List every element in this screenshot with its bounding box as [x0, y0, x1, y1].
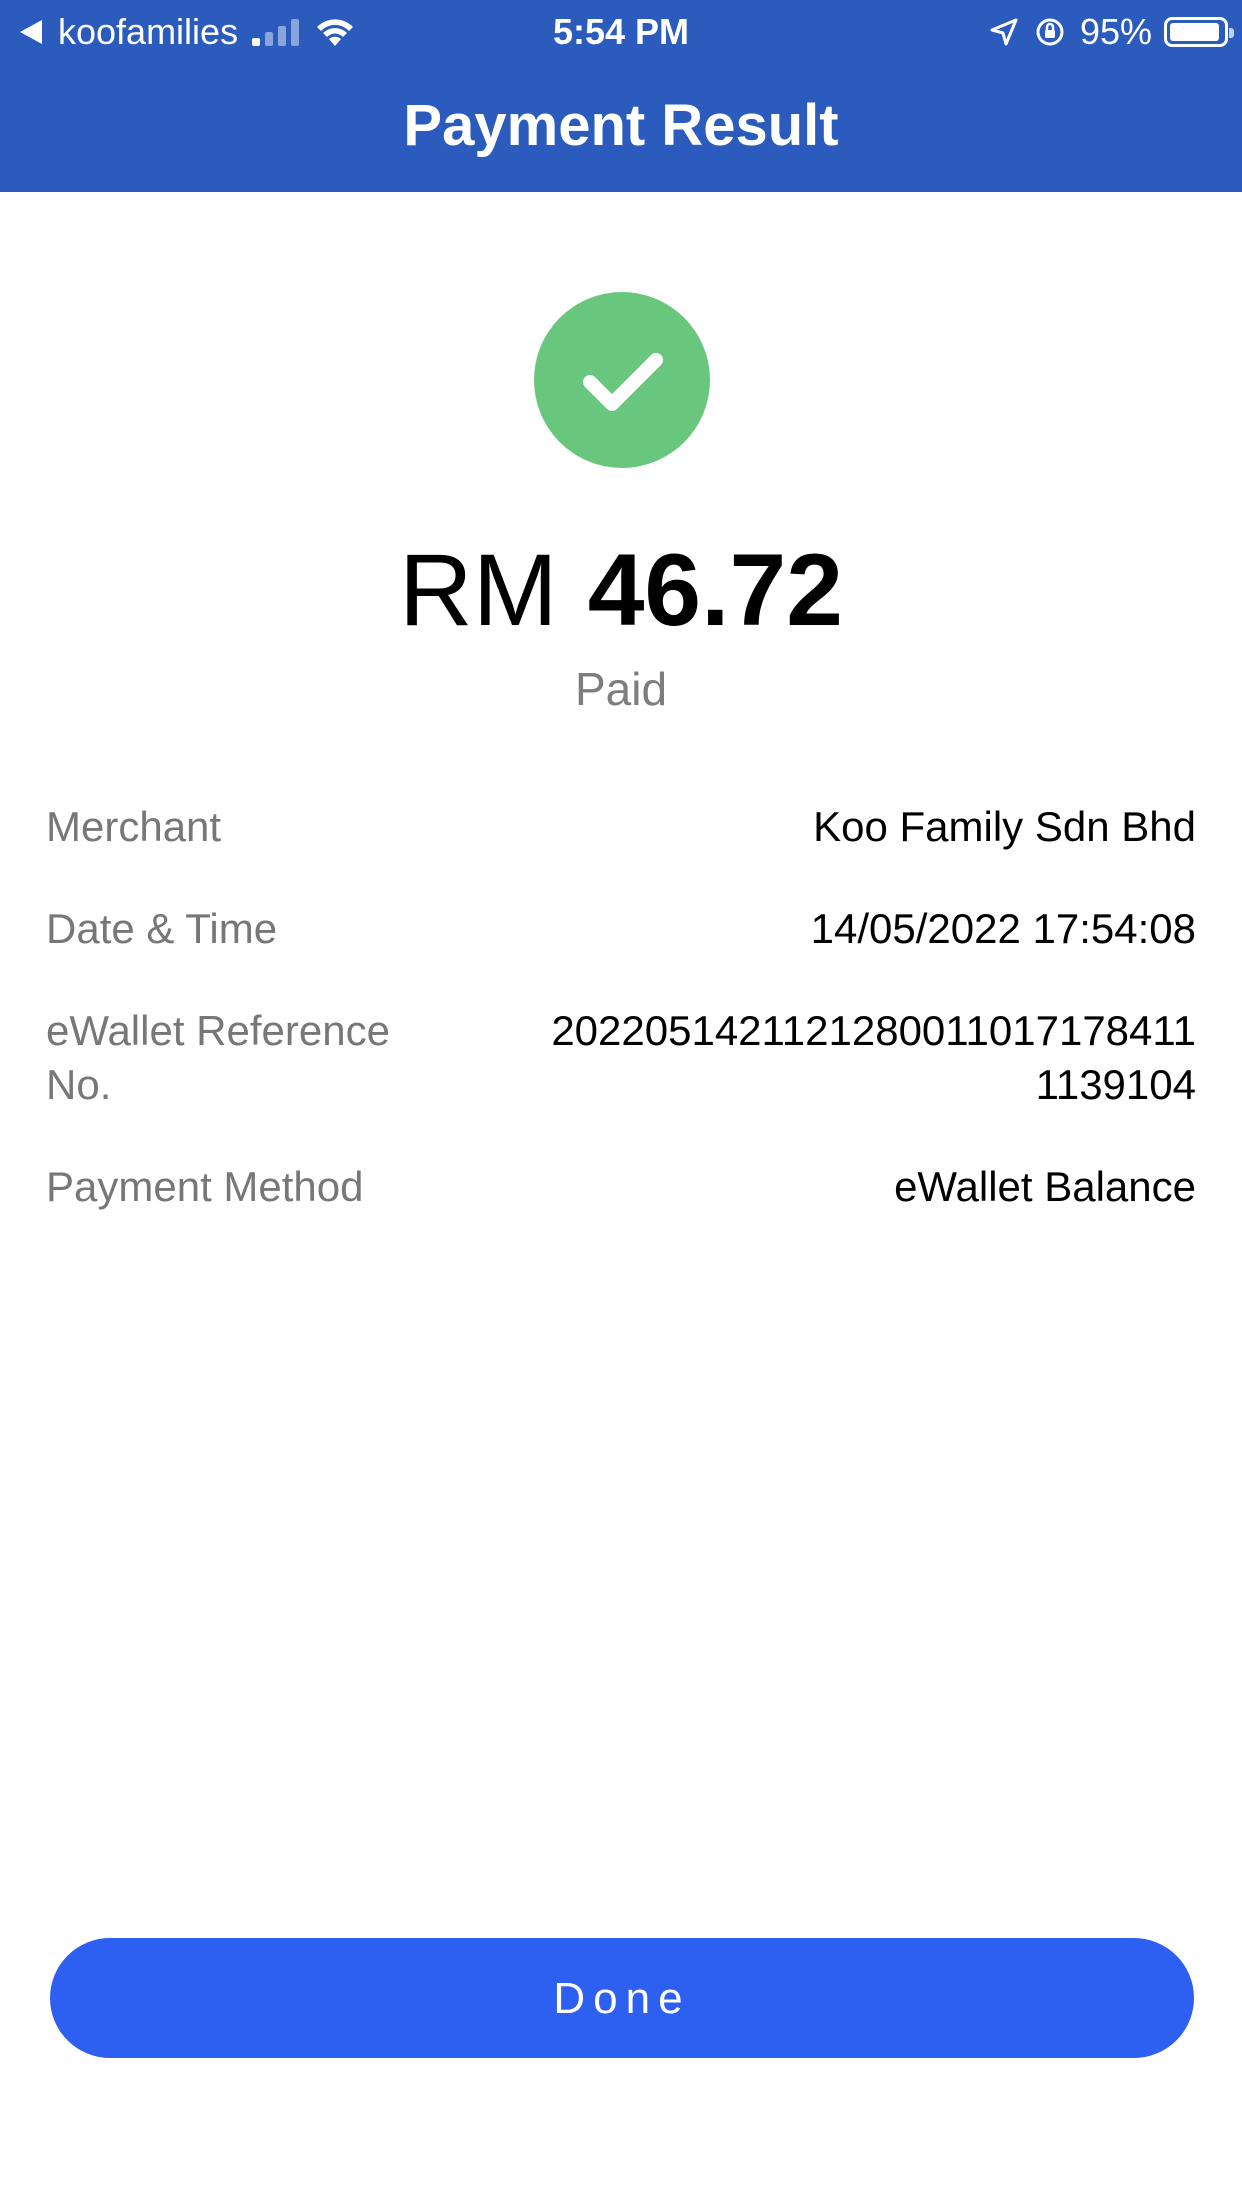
merchant-label: Merchant: [46, 803, 222, 850]
method-value: eWallet Balance: [894, 1163, 1196, 1210]
reference-label: eWallet Reference No.: [46, 1007, 390, 1108]
status-bar: koofamilies 5:54 PM 95%: [0, 0, 1242, 62]
battery-icon: [1164, 17, 1234, 47]
location-arrow-icon: [990, 18, 1018, 46]
merchant-value: Koo Family Sdn Bhd: [813, 803, 1196, 850]
detail-row-reference: eWallet Reference No. 202205142112128001…: [46, 1004, 1196, 1112]
datetime-label: Date & Time: [46, 905, 278, 952]
method-label: Payment Method: [46, 1163, 364, 1210]
done-button[interactable]: Done: [50, 1938, 1194, 2058]
detail-row-merchant: Merchant Koo Family Sdn Bhd: [46, 800, 1196, 854]
datetime-value: 14/05/2022 17:54:08: [810, 905, 1196, 952]
status-indicators: 95%: [988, 10, 1234, 54]
success-checkmark-icon: [534, 292, 710, 468]
payment-result-screen: koofamilies 5:54 PM 95% Payment Result R…: [0, 0, 1242, 2208]
amount-value: 46.72: [587, 533, 843, 647]
reference-value-line2: 1139104: [1035, 1061, 1196, 1108]
battery-percent: 95%: [1079, 11, 1152, 52]
orientation-lock-icon: [1036, 18, 1064, 46]
reference-value-line1: 2022051421121280011017178411: [551, 1007, 1196, 1054]
header: koofamilies 5:54 PM 95% Payment Result: [0, 0, 1242, 192]
page-title: Payment Result: [403, 93, 839, 158]
reference-value: 2022051421121280011017178411 1139104: [466, 1004, 1196, 1112]
payment-amount: RM 46.72: [0, 530, 1242, 650]
detail-row-datetime: Date & Time 14/05/2022 17:54:08: [46, 902, 1196, 956]
detail-row-method: Payment Method eWallet Balance: [46, 1160, 1196, 1214]
amount-currency: RM: [399, 533, 558, 647]
payment-details: Merchant Koo Family Sdn Bhd Date & Time …: [46, 800, 1196, 1262]
payment-status: Paid: [574, 663, 668, 715]
